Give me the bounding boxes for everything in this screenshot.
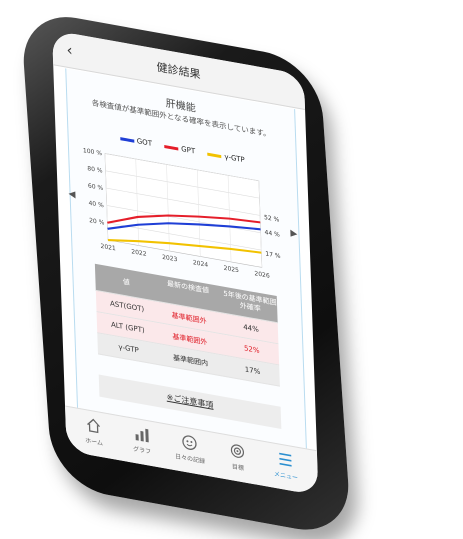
tab-menu[interactable]: メニュー [261, 447, 310, 484]
end-value-label: 44 % [265, 229, 281, 239]
x-tick-label: 2024 [193, 259, 209, 269]
column-header: 値 [122, 277, 130, 287]
tab-goal[interactable]: 目標 [213, 439, 262, 476]
x-tick-label: 2021 [100, 243, 116, 253]
x-tick-label: 2025 [224, 265, 240, 275]
x-tick-label: 2023 [162, 254, 178, 264]
row-probability: 17% [244, 365, 261, 377]
legend-swatch [164, 144, 179, 150]
y-tick-label: 60 % [88, 182, 104, 192]
y-tick-label: 40 % [88, 200, 104, 210]
y-tick-label: 80 % [87, 165, 103, 175]
legend-label: GPT [181, 144, 196, 156]
tab-graph[interactable]: グラフ [117, 422, 166, 459]
row-name: γ-GTP [118, 342, 139, 355]
row-name: AST(GOT) [109, 299, 145, 314]
row-name: ALT (GPT) [110, 320, 145, 335]
column-header: 5年後の基準範囲外確率 [223, 289, 277, 314]
row-probability: 44% [243, 323, 259, 334]
legend-label: GOT [136, 137, 153, 148]
end-value-label: 52 % [264, 214, 280, 224]
legend-item-got: GOT [119, 134, 153, 148]
result-content: 肝機能 各検査値が基準範囲外となる確率を表示しています。 GOT GPT γ-G… [65, 68, 307, 450]
legend-label: γ-GTP [224, 152, 245, 165]
phone-screen: ‹ 健診結果 肝機能 各検査値が基準範囲外となる確率を表示しています。 GOT … [52, 30, 319, 496]
tab-home[interactable]: ホーム [69, 413, 118, 450]
y-tick-label: 100 % [83, 147, 102, 157]
row-probability: 52% [243, 344, 260, 356]
tab-daily-record[interactable]: 日々の記録 [165, 430, 214, 467]
legend-swatch [207, 152, 222, 158]
legend-item-gpt: GPT [164, 142, 195, 156]
x-tick-label: 2026 [254, 270, 270, 280]
x-tick-label: 2022 [131, 248, 147, 258]
legend-swatch [119, 136, 134, 143]
y-tick-label: 20 % [89, 217, 105, 227]
end-value-label: 17 % [265, 250, 281, 260]
